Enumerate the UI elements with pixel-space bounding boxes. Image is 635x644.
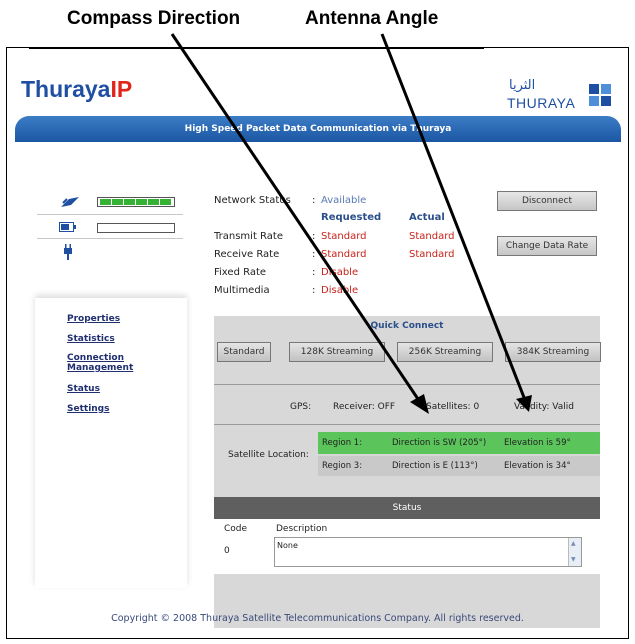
status-title: Status (392, 503, 422, 513)
status-description-box[interactable]: None ▲ ▼ (274, 537, 582, 567)
disconnect-button[interactable]: Disconnect (497, 191, 597, 211)
signal-segment (136, 199, 147, 205)
gps-label: GPS: (290, 402, 312, 412)
menu-link-statistics[interactable]: Statistics (67, 334, 115, 344)
gps-satellites: Satellites: 0 (426, 402, 480, 412)
status-code: 0 (224, 546, 230, 556)
signal-segment (112, 199, 123, 205)
divider (214, 424, 600, 425)
requested-header: Requested (321, 212, 382, 223)
signal-strength-bar (97, 197, 175, 207)
direction-value: Direction is SW (205°) (392, 438, 487, 448)
quick-connect-title: Quick Connect (370, 321, 444, 331)
fixed-rate-label: Fixed Rate (214, 267, 267, 278)
network-status-value: Available (321, 195, 367, 206)
antenna-angle-callout: Antenna Angle (305, 8, 439, 29)
transmit-rate-requested: Standard (321, 231, 367, 242)
quick-connect-256k-button[interactable]: 256K Streaming (397, 342, 493, 362)
code-header: Code (224, 524, 248, 534)
menu-link-settings[interactable]: Settings (67, 404, 109, 414)
colon: : (312, 267, 316, 278)
description-scrollbar[interactable]: ▲ ▼ (568, 538, 581, 566)
battery-level-bar (97, 223, 175, 233)
direction-value: Direction is E (113°) (392, 461, 478, 471)
satellite-location-label: Satellite Location: (228, 450, 309, 460)
status-description: None (277, 541, 298, 550)
quick-connect-128k-button[interactable]: 128K Streaming (289, 342, 385, 362)
browser-frame: ThurayaIP الثريا THURAYA High Speed Pack… (6, 47, 629, 639)
fixed-rate-value: Disable (321, 267, 359, 278)
receive-rate-label: Receive Rate (214, 249, 280, 260)
menu-link-properties[interactable]: Properties (67, 314, 120, 324)
copyright-footer: Copyright © 2008 Thuraya Satellite Telec… (111, 613, 524, 624)
banner-text: High Speed Packet Data Communication via… (184, 124, 452, 134)
transmit-rate-label: Transmit Rate (214, 231, 283, 242)
thurayaip-logo: ThurayaIP (21, 76, 133, 102)
region-label: Region 1: (322, 438, 363, 448)
thuraya-emblem-icon (589, 84, 611, 106)
sidebar-menu: Properties Statistics Connection Managem… (35, 298, 187, 588)
signal-segment (100, 199, 111, 205)
satellite-icon (61, 197, 79, 207)
thuraya-logo: الثريا THURAYA (507, 78, 617, 116)
satellite-row-region-3[interactable]: Region 3: Direction is E (113°) Elevatio… (318, 456, 600, 476)
actual-header: Actual (409, 212, 445, 223)
quick-connect-384k-button[interactable]: 384K Streaming (505, 342, 601, 362)
gps-receiver: Receiver: OFF (333, 402, 396, 412)
transmit-rate-actual: Standard (409, 231, 455, 242)
signal-segment (124, 199, 135, 205)
region-label: Region 3: (322, 461, 363, 471)
power-plug-icon (64, 244, 72, 260)
menu-link-connection-management[interactable]: Connection Management (67, 353, 145, 373)
receive-rate-requested: Standard (321, 249, 367, 260)
elevation-value: Elevation is 34° (504, 461, 571, 471)
colon: : (312, 231, 316, 242)
multimedia-label: Multimedia (214, 285, 270, 296)
divider (37, 214, 183, 215)
divider (37, 238, 183, 239)
receive-rate-actual: Standard (409, 249, 455, 260)
compass-direction-callout: Compass Direction (67, 8, 241, 29)
divider (214, 384, 600, 385)
change-data-rate-button[interactable]: Change Data Rate (497, 236, 597, 256)
signal-segment (148, 199, 159, 205)
satellite-row-region-1[interactable]: Region 1: Direction is SW (205°) Elevati… (318, 432, 600, 454)
colon: : (312, 285, 316, 296)
battery-icon (59, 222, 76, 232)
quick-connect-standard-button[interactable]: Standard (217, 342, 271, 362)
header-banner: High Speed Packet Data Communication via… (15, 116, 621, 142)
status-body: Code Description 0 None ▲ ▼ (214, 519, 600, 574)
scroll-up-icon[interactable]: ▲ (571, 540, 576, 547)
gps-validity: Validity: Valid (514, 402, 574, 412)
menu-link-status[interactable]: Status (67, 384, 100, 394)
network-status-label: Network Status (214, 195, 291, 206)
description-header: Description (276, 524, 328, 534)
frame-top-line (29, 48, 484, 49)
scroll-down-icon[interactable]: ▼ (571, 556, 576, 563)
multimedia-value: Disable (321, 285, 359, 296)
signal-segment (160, 199, 171, 205)
colon: : (312, 249, 316, 260)
status-header: Status (214, 497, 600, 519)
elevation-value: Elevation is 59° (504, 438, 571, 448)
quick-connect-panel: Quick Connect Standard 128K Streaming 25… (214, 316, 601, 628)
colon: : (312, 195, 316, 206)
